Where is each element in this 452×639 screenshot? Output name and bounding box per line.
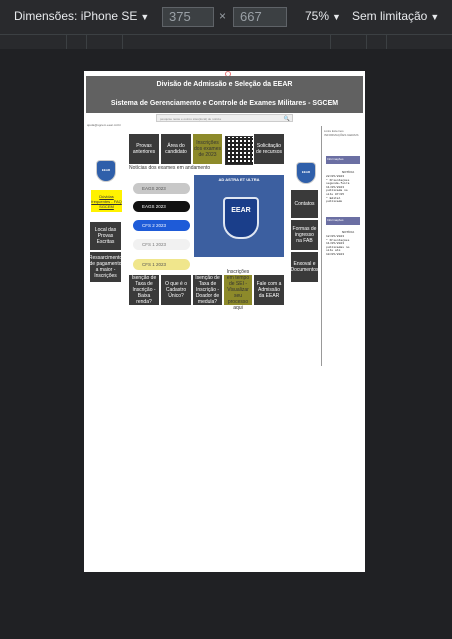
- device-viewport: Divisão de Admissão e Seleção da EEAR Si…: [84, 71, 365, 572]
- height-input[interactable]: 667: [233, 7, 287, 27]
- site-header: Divisão de Admissão e Seleção da EEAR Si…: [86, 76, 363, 113]
- banner-motto: AD ASTRA ET ULTRA: [218, 177, 260, 182]
- news-text: 22/05/2023 * Orientações segunda-feira 1…: [326, 175, 350, 204]
- nav-area-candidato[interactable]: Área do candidato: [160, 133, 192, 165]
- news-item[interactable]: EAGS 2023: [133, 183, 190, 194]
- news-tag: NOTÍCIA: [342, 170, 355, 174]
- news-item[interactable]: CFS 2 2023: [133, 220, 190, 231]
- nav-isencao-baixa-renda[interactable]: Isenção de Taxa de Inscrição - Baixa ren…: [128, 274, 160, 306]
- nav-cadastro-unico[interactable]: O que é o Cadastro Único?: [160, 274, 192, 306]
- times-sign: ×: [219, 9, 227, 23]
- eear-logo: EEAR: [296, 162, 316, 184]
- site-subtitle: Sistema de Gerenciamento e Controle de E…: [110, 100, 339, 107]
- nav-inscricoes-sei[interactable]: Inscrições em tempo de SEI - Visualizar …: [223, 269, 253, 311]
- news-title: Notícias dos exames em andamento: [129, 165, 211, 171]
- info-box-header: Informações: [326, 156, 360, 164]
- news-text: 12/05/2023 * Orientações 11/05/2023 publ…: [326, 235, 350, 256]
- search-input[interactable]: pesquise neste e outros sites(local) de …: [156, 114, 293, 122]
- breakpoint-segment[interactable]: [330, 35, 331, 49]
- nav-provas-anteriores[interactable]: Provas anteriores: [128, 133, 160, 165]
- nav-formas-ingresso[interactable]: Formas de ingresso na FAB: [290, 219, 319, 251]
- nav-enxoval-documentos[interactable]: Enxoval e Documentos: [290, 251, 319, 283]
- zoom-dropdown[interactable]: 75% ▼: [305, 9, 341, 23]
- nav-isencao-doador[interactable]: Isenção de Taxa de Inscrição - Doador de…: [192, 274, 223, 306]
- fab-logo: EEAR: [96, 160, 116, 182]
- breakpoint-segment[interactable]: [86, 35, 87, 49]
- nav-solicitacao-recursos[interactable]: Solicitação de recursos: [253, 133, 285, 165]
- zoom-label: 75%: [305, 9, 330, 23]
- chevron-down-icon: ▼: [140, 12, 150, 22]
- shield-text: EEAR: [231, 207, 251, 214]
- breakpoint-segment[interactable]: [366, 35, 367, 49]
- faq-link[interactable]: Dúvidas frequentes - FAQ SGCEM: [91, 190, 122, 212]
- search-icon[interactable]: 🔍: [284, 115, 290, 123]
- news-item[interactable]: CFS 1 2023: [133, 239, 190, 250]
- nav-fale-admissao[interactable]: Fale com a Admissão da EEAR: [253, 274, 285, 306]
- news-item[interactable]: EAGS 2023: [133, 201, 190, 212]
- eear-shield-icon: EEAR: [223, 197, 259, 239]
- device-label: Dimensões: iPhone SE: [14, 9, 138, 23]
- external-links[interactable]: Links Externos INFORMAÇÕES GERAIS: [324, 129, 364, 137]
- breadcrumb[interactable]: ajuda@sgcem.eear.mil.br: [87, 123, 121, 127]
- width-input[interactable]: 375: [162, 7, 214, 27]
- throttle-dropdown[interactable]: Sem limitação ▼: [352, 9, 439, 23]
- nav-local-provas[interactable]: Local das Provas Escritas: [89, 221, 122, 251]
- search-placeholder: pesquise neste e outros sites(local) de …: [160, 117, 221, 121]
- breakpoint-segment[interactable]: [386, 35, 387, 49]
- nav-contatos[interactable]: Contatos: [290, 189, 319, 219]
- breakpoint-segment[interactable]: [66, 35, 67, 49]
- eear-banner[interactable]: AD ASTRA ET ULTRA EEAR: [194, 175, 284, 257]
- nav-ressarcimento[interactable]: Ressarcimento de pagamento a maior - Ins…: [89, 251, 122, 283]
- news-item[interactable]: CFS 1 2023: [133, 259, 190, 270]
- device-toolbar: Dimensões: iPhone SE ▼ 375 × 667 75% ▼ Sem…: [0, 0, 452, 34]
- right-sidebar: Links Externos INFORMAÇÕES GERAIS Inform…: [321, 126, 365, 366]
- qr-code[interactable]: [225, 136, 254, 165]
- throttle-label: Sem limitação: [352, 9, 428, 23]
- site-title: Divisão de Admissão e Seleção da EEAR: [156, 81, 293, 88]
- eear-logo-text: EEAR: [301, 170, 311, 174]
- chevron-down-icon: ▼: [332, 12, 341, 22]
- chevron-down-icon: ▼: [430, 12, 440, 22]
- info-box-header: Informações: [326, 217, 360, 225]
- nav-inscricoes[interactable]: Inscrições dos exames de 2023: [192, 133, 223, 165]
- media-query-bar: [0, 34, 452, 49]
- news-tag: NOTÍCIA: [342, 230, 355, 234]
- device-dropdown[interactable]: Dimensões: iPhone SE ▼: [14, 9, 149, 23]
- breakpoint-segment[interactable]: [122, 35, 123, 49]
- fab-logo-text: EEAR: [101, 168, 111, 172]
